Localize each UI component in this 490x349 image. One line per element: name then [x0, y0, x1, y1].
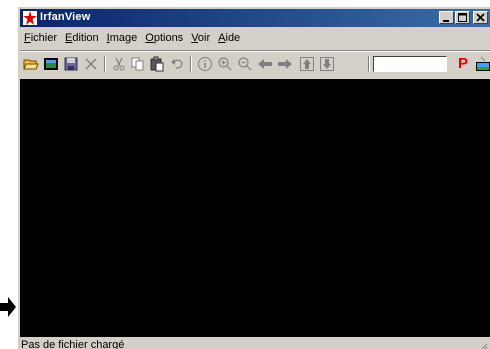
first-button[interactable] — [298, 55, 316, 73]
open-button[interactable] — [22, 55, 40, 73]
delete-button[interactable] — [82, 55, 100, 73]
status-text: Pas de fichier chargé — [21, 339, 125, 349]
cut-icon — [113, 57, 125, 71]
title-bar[interactable]: IrfanView — [20, 9, 490, 27]
info-icon — [198, 57, 212, 71]
zoom-input[interactable] — [373, 56, 447, 72]
maximize-icon — [458, 13, 467, 22]
toolbar-separator — [104, 56, 106, 72]
irfanview-window: IrfanView Fichier Edition Image Options Voir… — [17, 6, 490, 349]
menu-options[interactable]: Options — [141, 30, 187, 46]
pointer-arrow-icon — [0, 297, 16, 317]
next-button[interactable] — [276, 55, 294, 73]
paint-icon: P — [457, 55, 468, 72]
copy-icon — [131, 57, 144, 71]
minimize-button[interactable] — [439, 11, 454, 24]
paint-button[interactable]: P — [454, 55, 472, 73]
open-folder-icon — [23, 59, 39, 70]
irfanview-logo-icon — [23, 11, 37, 25]
info-button[interactable] — [196, 55, 214, 73]
paste-button[interactable] — [148, 55, 166, 73]
zoom-in-icon — [218, 57, 232, 71]
save-button[interactable] — [62, 55, 80, 73]
minimize-icon — [443, 20, 449, 22]
save-icon — [64, 57, 78, 71]
menu-aide[interactable]: Aide — [214, 30, 244, 46]
previous-button[interactable] — [256, 55, 274, 73]
thumbnails-icon — [476, 56, 490, 71]
resize-grip-icon[interactable] — [478, 342, 488, 349]
copy-button[interactable] — [129, 55, 147, 73]
menu-image[interactable]: Image — [103, 30, 142, 46]
toolbar-separator — [368, 56, 370, 72]
cut-button[interactable] — [110, 55, 128, 73]
last-icon — [320, 57, 334, 71]
previous-icon — [258, 59, 272, 69]
slideshow-icon — [44, 58, 58, 70]
last-button[interactable] — [318, 55, 336, 73]
window-title: IrfanView — [40, 11, 91, 23]
menu-separator — [20, 50, 490, 52]
maximize-button[interactable] — [455, 11, 470, 24]
image-canvas[interactable] — [20, 79, 490, 337]
delete-icon — [85, 58, 97, 70]
toolbar: P — [20, 53, 490, 75]
zoom-out-icon — [238, 57, 252, 71]
thumbnails-button[interactable] — [474, 55, 490, 73]
zoom-out-button[interactable] — [236, 55, 254, 73]
zoom-in-button[interactable] — [216, 55, 234, 73]
toolbar-separator — [190, 56, 192, 72]
menu-edition[interactable]: Edition — [61, 30, 103, 46]
menu-fichier[interactable]: Fichier — [20, 30, 61, 46]
undo-icon — [171, 59, 183, 69]
undo-button[interactable] — [168, 55, 186, 73]
menu-voir[interactable]: Voir — [187, 30, 214, 46]
close-button[interactable] — [473, 11, 488, 24]
paste-icon — [150, 56, 164, 72]
status-bar: Pas de fichier chargé — [20, 338, 490, 349]
menu-bar: Fichier Edition Image Options Voir Aide — [20, 30, 490, 48]
slideshow-button[interactable] — [42, 55, 60, 73]
first-icon — [300, 57, 314, 71]
next-icon — [278, 59, 292, 69]
close-icon — [476, 13, 485, 22]
